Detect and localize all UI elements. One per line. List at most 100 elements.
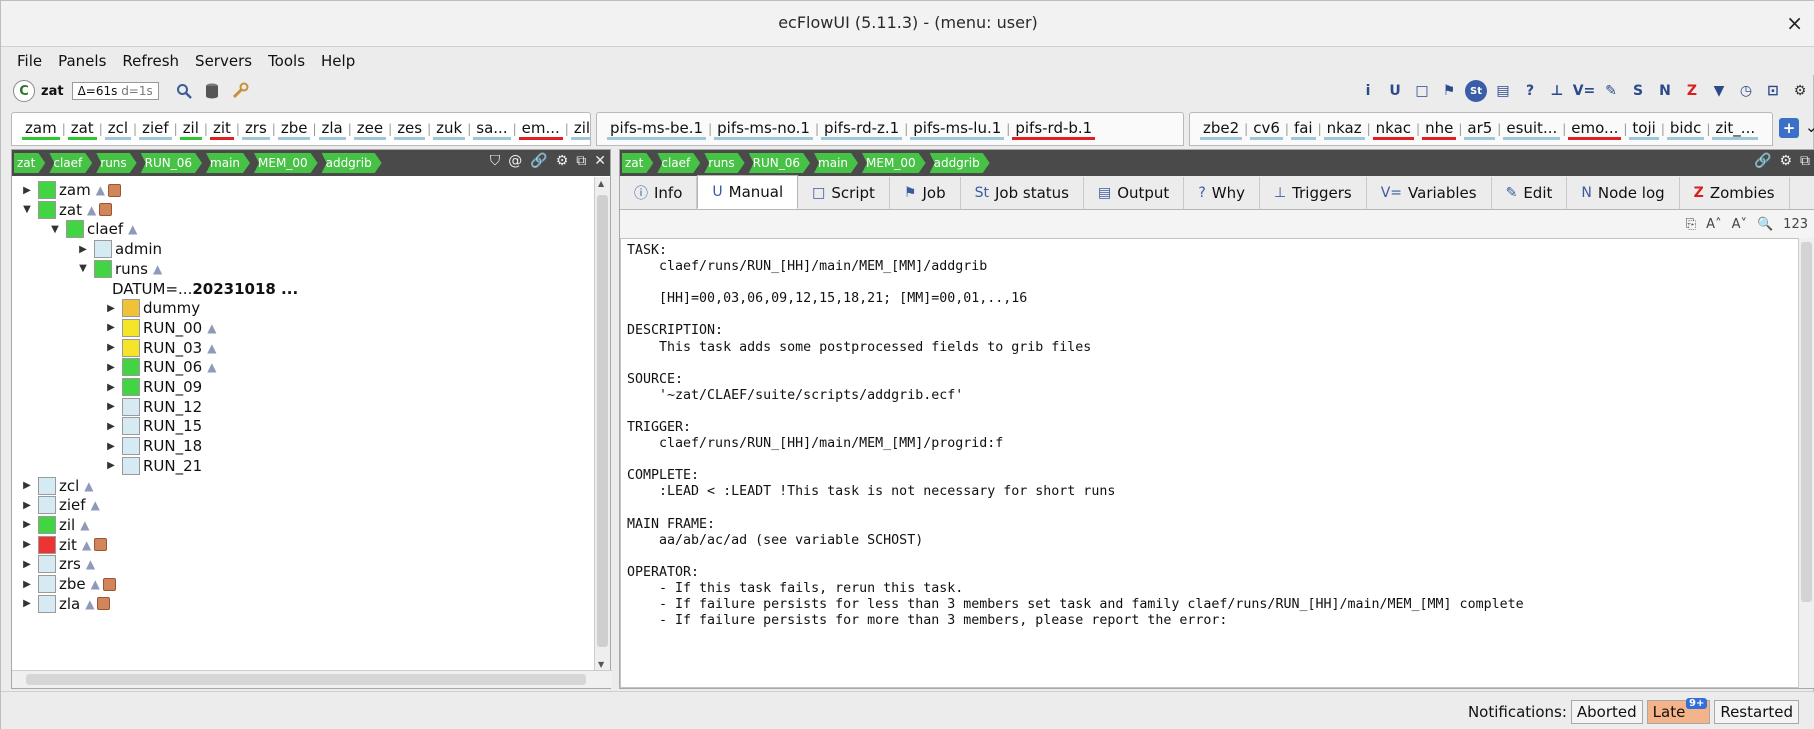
server-tab[interactable]: zla bbox=[318, 118, 346, 140]
tab-zombies[interactable]: Z Zombies bbox=[1679, 177, 1790, 209]
toolbar-icon-14[interactable]: ◷ bbox=[1735, 80, 1757, 102]
breadcrumb-item[interactable]: main bbox=[814, 153, 858, 173]
server-tab[interactable]: zil bbox=[179, 118, 202, 140]
server-tab[interactable]: zief bbox=[139, 118, 172, 140]
toolbar-icon-6[interactable]: ? bbox=[1519, 80, 1541, 102]
server-tab[interactable]: zil2 bbox=[570, 118, 590, 140]
server-tab[interactable]: pifs-rd-z.1 bbox=[820, 118, 903, 140]
expanded-arrow-icon[interactable]: ▼ bbox=[20, 204, 34, 215]
breadcrumb-item[interactable]: runs bbox=[704, 153, 744, 173]
toolbar-icon-12[interactable]: Z bbox=[1681, 80, 1703, 102]
link-icon[interactable]: 🔗 bbox=[530, 153, 547, 169]
copy-icon[interactable]: ⎘ bbox=[1686, 217, 1696, 232]
scroll-down-icon[interactable]: ▼ bbox=[598, 660, 604, 669]
server-tab[interactable]: zee bbox=[353, 118, 387, 140]
breadcrumb-item[interactable]: addgrib bbox=[930, 153, 990, 173]
server-tab[interactable]: nkac bbox=[1372, 118, 1415, 140]
breadcrumb-item[interactable]: addgrib bbox=[322, 153, 382, 173]
server-tab[interactable]: emo... bbox=[1568, 118, 1622, 140]
close-icon[interactable]: × bbox=[1786, 11, 1803, 35]
tab-job-status[interactable]: St Job status bbox=[960, 177, 1084, 209]
server-tab[interactable]: zbe bbox=[277, 118, 311, 140]
menu-file[interactable]: File bbox=[17, 52, 42, 70]
tab-node-log[interactable]: N Node log bbox=[1567, 177, 1680, 209]
collapsed-arrow-icon[interactable]: ▶ bbox=[20, 480, 34, 491]
tree-node[interactable]: ▶ RUN_00 ▲ bbox=[104, 317, 216, 339]
hscroll-thumb[interactable] bbox=[26, 674, 586, 685]
server-tab[interactable]: zit_... bbox=[1712, 118, 1759, 140]
tree-node[interactable]: ▼ claef ▲ bbox=[48, 218, 137, 240]
tree-node[interactable]: ▶ zil ▲ bbox=[20, 514, 89, 536]
tree-node[interactable]: ▼ runs ▲ bbox=[76, 258, 162, 280]
add-tab-icon[interactable]: + bbox=[1779, 118, 1799, 138]
server-tab[interactable]: fai bbox=[1290, 118, 1316, 140]
collapsed-arrow-icon[interactable]: ▶ bbox=[104, 322, 118, 333]
toolbar-icon-16[interactable]: ⚙ bbox=[1789, 80, 1811, 102]
server-tab[interactable]: zcl bbox=[104, 118, 132, 140]
breadcrumb-item[interactable]: MEM_00 bbox=[862, 153, 926, 173]
collapsed-arrow-icon[interactable]: ▶ bbox=[104, 401, 118, 412]
collapsed-arrow-icon[interactable]: ▶ bbox=[104, 441, 118, 452]
breadcrumb-item[interactable]: RUN_06 bbox=[141, 153, 202, 173]
toolbar-icon-3[interactable]: ⚑ bbox=[1438, 80, 1460, 102]
gear-icon[interactable]: ⚙ bbox=[1779, 153, 1792, 169]
tab-script[interactable]: □ Script bbox=[798, 177, 890, 209]
collapsed-arrow-icon[interactable]: ▶ bbox=[20, 185, 34, 196]
collapsed-arrow-icon[interactable]: ▶ bbox=[104, 342, 118, 353]
breadcrumb-item[interactable]: RUN_06 bbox=[749, 153, 810, 173]
gear-icon[interactable]: ⚙ bbox=[556, 153, 569, 169]
toolbar-icon-15[interactable]: ⊡ bbox=[1762, 80, 1784, 102]
close-panel-icon[interactable]: ✕ bbox=[594, 153, 606, 169]
tab-triggers[interactable]: ⊥ Triggers bbox=[1259, 177, 1367, 209]
server-tab[interactable]: zbe2 bbox=[1200, 118, 1243, 140]
tree-node[interactable]: ▶ RUN_15 bbox=[104, 415, 202, 437]
toolbar-icon-11[interactable]: N bbox=[1654, 80, 1676, 102]
tree-node[interactable]: ▶ RUN_21 bbox=[104, 455, 202, 477]
server-tab[interactable]: pifs-ms-no.1 bbox=[714, 118, 813, 140]
menu-help[interactable]: Help bbox=[321, 52, 355, 70]
refresh-interval-badge[interactable]: Δ=61s d=1s bbox=[71, 82, 159, 100]
server-tab[interactable]: zrs bbox=[241, 118, 270, 140]
server-tab[interactable]: toji bbox=[1629, 118, 1659, 140]
menu-servers[interactable]: Servers bbox=[195, 52, 252, 70]
collapsed-arrow-icon[interactable]: ▶ bbox=[20, 500, 34, 511]
breadcrumb-item[interactable]: zat bbox=[622, 153, 653, 173]
server-tab[interactable]: zit bbox=[209, 118, 234, 140]
collapsed-arrow-icon[interactable]: ▶ bbox=[20, 559, 34, 570]
link-icon[interactable]: 🔗 bbox=[1754, 153, 1771, 169]
tree-node[interactable]: ▶ zief ▲ bbox=[20, 494, 100, 516]
tree-node[interactable]: ▶ zcl ▲ bbox=[20, 475, 94, 497]
breadcrumb-item[interactable]: MEM_00 bbox=[254, 153, 318, 173]
server-tab[interactable]: em... bbox=[518, 118, 563, 140]
tree-node[interactable]: ▼ zat ▲ bbox=[20, 199, 113, 221]
late-button[interactable]: Late 9+ bbox=[1646, 698, 1711, 724]
server-tab[interactable]: zat bbox=[67, 118, 97, 140]
server-tab[interactable]: sa... bbox=[473, 118, 511, 140]
server-tab[interactable]: zam bbox=[22, 118, 60, 140]
toolbar-icon-4[interactable]: St bbox=[1465, 80, 1487, 102]
breadcrumb-item[interactable]: runs bbox=[96, 153, 136, 173]
server-tab[interactable]: zuk bbox=[433, 118, 466, 140]
collapsed-arrow-icon[interactable]: ▶ bbox=[104, 421, 118, 432]
server-tab[interactable]: pifs-rd-b.1 bbox=[1012, 118, 1096, 140]
collapsed-arrow-icon[interactable]: ▶ bbox=[20, 539, 34, 550]
breadcrumb-item[interactable]: claef bbox=[49, 153, 92, 173]
tree-node[interactable]: ▶ RUN_12 bbox=[104, 396, 202, 418]
toolbar-icon-10[interactable]: S bbox=[1627, 80, 1649, 102]
aborted-button[interactable]: Aborted bbox=[1570, 700, 1643, 724]
toolbar-icon-9[interactable]: ✎ bbox=[1600, 80, 1622, 102]
collapsed-arrow-icon[interactable]: ▶ bbox=[20, 579, 34, 590]
tree-node[interactable]: ▶ RUN_09 bbox=[104, 376, 202, 398]
toolbar-icon-7[interactable]: ⊥ bbox=[1546, 80, 1568, 102]
toolbar-icon-5[interactable]: ▤ bbox=[1492, 80, 1514, 102]
tree-node[interactable]: ▶ zbe ▲ bbox=[20, 573, 116, 595]
collapsed-arrow-icon[interactable]: ▶ bbox=[104, 362, 118, 373]
reload-icon[interactable]: C bbox=[13, 80, 35, 102]
expanded-arrow-icon[interactable]: ▼ bbox=[48, 224, 62, 235]
scroll-up-icon[interactable]: ▲ bbox=[598, 179, 604, 188]
toolbar-icon-1[interactable]: U bbox=[1384, 80, 1406, 102]
server-tab[interactable]: ar5 bbox=[1464, 118, 1496, 140]
manual-scrollbar[interactable] bbox=[1798, 238, 1814, 688]
server-tab[interactable]: pifs-ms-lu.1 bbox=[910, 118, 1005, 140]
tab-why[interactable]: ? Why bbox=[1184, 177, 1260, 209]
